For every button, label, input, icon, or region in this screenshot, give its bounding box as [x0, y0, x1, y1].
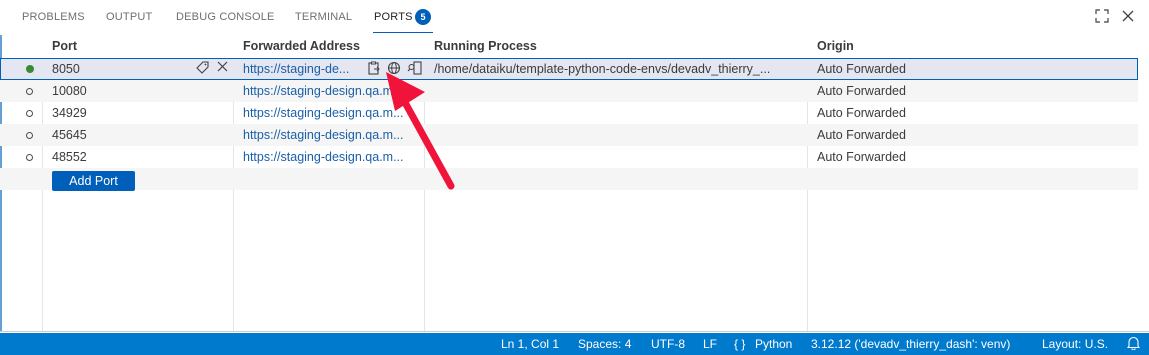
origin-cell: Auto Forwarded — [817, 150, 906, 164]
tab-ports[interactable]: PORTS — [374, 11, 413, 23]
panel-tab-bar: PROBLEMS OUTPUT DEBUG CONSOLE TERMINAL P… — [0, 0, 1149, 35]
ports-table: Port Forwarded Address Running Process O… — [0, 35, 1149, 332]
column-header-running-process[interactable]: Running Process — [434, 39, 537, 53]
column-header-forwarded-address[interactable]: Forwarded Address — [243, 39, 360, 53]
active-tab-indicator — [373, 32, 433, 33]
add-port-button[interactable]: Add Port — [52, 171, 135, 191]
tab-output[interactable]: OUTPUT — [106, 11, 152, 23]
forwarded-address-link[interactable]: https://staging-design.qa.m... — [243, 84, 421, 98]
table-row[interactable]: 45645 https://staging-design.qa.m... Aut… — [0, 124, 1138, 146]
end-of-line[interactable]: LF — [703, 337, 717, 351]
bell-icon[interactable] — [1126, 336, 1141, 353]
indentation-setting[interactable]: Spaces: 4 — [578, 337, 631, 351]
language-braces-icon[interactable]: { } — [734, 337, 745, 351]
origin-cell: Auto Forwarded — [817, 62, 906, 76]
port-cell: 34929 — [52, 106, 87, 120]
column-header-origin[interactable]: Origin — [817, 39, 854, 53]
origin-cell: Auto Forwarded — [817, 106, 906, 120]
table-row[interactable]: 10080 https://staging-design.qa.m... Aut… — [0, 80, 1138, 102]
port-idle-status-icon — [26, 154, 33, 161]
forwarded-address-link[interactable]: https://staging-de... — [243, 62, 365, 76]
port-active-status-icon — [26, 65, 34, 73]
ports-count-badge: 5 — [415, 9, 431, 25]
close-icon[interactable] — [1120, 9, 1136, 25]
port-cell: 8050 — [52, 62, 80, 76]
port-idle-status-icon — [26, 132, 33, 139]
maximize-icon[interactable] — [1094, 9, 1110, 25]
forwarded-address-link[interactable]: https://staging-design.qa.m... — [243, 150, 421, 164]
port-cell: 10080 — [52, 84, 87, 98]
running-process-cell: /home/dataiku/template-python-code-envs/… — [434, 62, 771, 76]
keyboard-layout[interactable]: Layout: U.S. — [1042, 337, 1108, 351]
tab-problems[interactable]: PROBLEMS — [22, 11, 85, 23]
tag-icon[interactable] — [196, 61, 209, 77]
copy-address-icon[interactable] — [367, 61, 381, 78]
origin-cell: Auto Forwarded — [817, 84, 906, 98]
table-row[interactable]: 48552 https://staging-design.qa.m... Aut… — [0, 146, 1138, 168]
table-row[interactable]: 34929 https://staging-design.qa.m... Aut… — [0, 102, 1138, 124]
port-idle-status-icon — [26, 110, 33, 117]
tab-debug-console[interactable]: DEBUG CONSOLE — [176, 11, 275, 23]
stop-forwarding-icon[interactable] — [217, 61, 228, 75]
port-idle-status-icon — [26, 88, 33, 95]
panel-bottom-border — [0, 331, 1149, 332]
file-encoding[interactable]: UTF-8 — [651, 337, 685, 351]
port-cell: 48552 — [52, 150, 87, 164]
origin-cell: Auto Forwarded — [817, 128, 906, 142]
preview-in-editor-icon[interactable] — [407, 61, 422, 78]
language-mode[interactable]: Python — [755, 337, 792, 351]
tab-terminal[interactable]: TERMINAL — [295, 11, 352, 23]
forwarded-address-link[interactable]: https://staging-design.qa.m... — [243, 128, 421, 142]
cursor-position[interactable]: Ln 1, Col 1 — [501, 337, 559, 351]
globe-icon[interactable] — [387, 61, 401, 78]
forwarded-address-link[interactable]: https://staging-design.qa.m... — [243, 106, 421, 120]
status-bar: Ln 1, Col 1 Spaces: 4 UTF-8 LF { } Pytho… — [0, 333, 1149, 355]
add-port-row — [0, 168, 1138, 190]
python-interpreter[interactable]: 3.12.12 ('devadv_thierry_dash': venv) — [811, 337, 1010, 351]
port-cell: 45645 — [52, 128, 87, 142]
table-row[interactable]: 8050 https://staging-de... /home/dataiku… — [0, 58, 1138, 80]
column-header-port[interactable]: Port — [52, 39, 77, 53]
